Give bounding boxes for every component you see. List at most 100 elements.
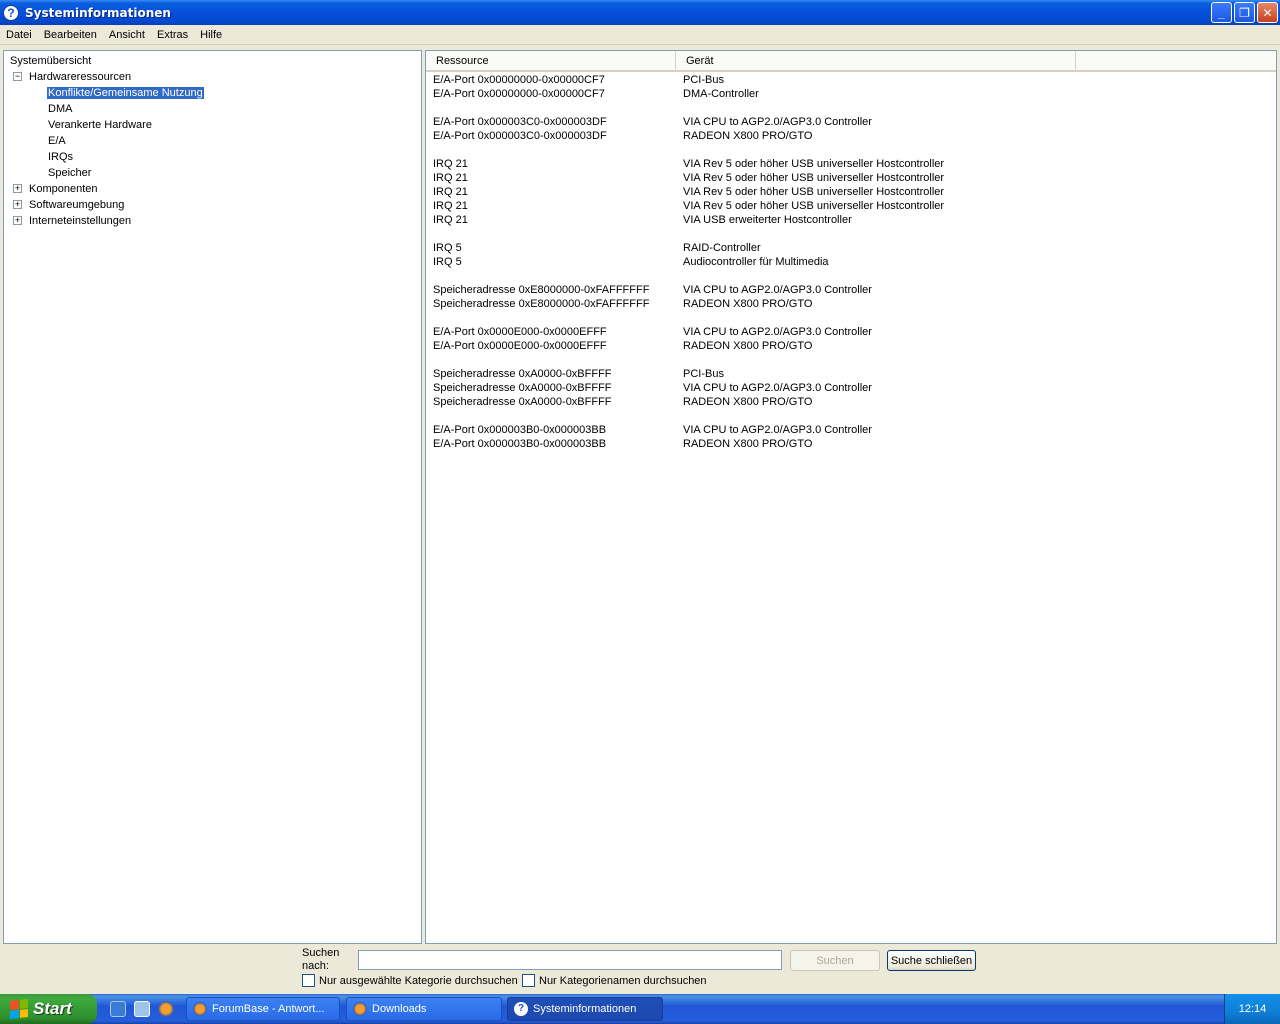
cell-geraet: VIA Rev 5 oder höher USB universeller Ho… — [683, 186, 945, 198]
table-row[interactable]: E/A-Port 0x000003B0-0x000003BB VIA CPU to… — [426, 423, 1276, 437]
title-bar[interactable]: ? Systeminformationen _ ❐ ✕ — [0, 0, 1280, 25]
search-button[interactable]: Suchen — [790, 950, 880, 971]
cell-ressource: E/A-Port 0x000003B0-0x000003BB — [433, 438, 607, 450]
table-row[interactable]: IRQ 5 Audiocontroller für Multimedia — [426, 255, 1276, 269]
cell-geraet: VIA USB erweiterter Hostcontroller — [683, 214, 852, 226]
option-selected-category[interactable]: Nur ausgewählte Kategorie durchsuchen — [302, 974, 518, 987]
system-tray: 12:14 — [1224, 994, 1280, 1024]
cell-geraet: RADEON X800 PRO/GTO — [683, 298, 813, 310]
help-app-icon: ? — [3, 4, 19, 21]
expand-icon[interactable]: + — [13, 216, 22, 225]
minimize-button[interactable]: _ — [1211, 2, 1232, 23]
tree-item-komponenten[interactable]: Komponenten — [29, 182, 98, 196]
menu-hilfe[interactable]: Hilfe — [194, 26, 228, 44]
start-button[interactable]: Start — [0, 994, 97, 1024]
cell-geraet: VIA CPU to AGP2.0/AGP3.0 Controller — [683, 326, 872, 338]
table-row[interactable]: Speicheradresse 0xE8000000-0xFAFFFFFF RAD… — [426, 297, 1276, 311]
option-category-names[interactable]: Nur Kategorienamen durchsuchen — [522, 974, 707, 987]
tree-item-speicher[interactable]: Speicher — [48, 166, 91, 180]
table-row[interactable]: E/A-Port 0x0000E000-0x0000EFFF VIA CPU to… — [426, 325, 1276, 339]
search-input[interactable] — [358, 950, 782, 970]
tree-item-irqs[interactable]: IRQs — [48, 150, 73, 164]
table-row[interactable]: Speicheradresse 0xA0000-0xBFFFF PCI-Bus — [426, 367, 1276, 381]
cell-geraet: DMA-Controller — [683, 88, 759, 100]
cell-geraet: RADEON X800 PRO/GTO — [683, 396, 813, 408]
table-row[interactable]: E/A-Port 0x00000000-0x00000CF7 PCI-Bus — [426, 73, 1276, 87]
table-row[interactable]: E/A-Port 0x000003C0-0x000003DF RADEON X80… — [426, 129, 1276, 143]
checkbox[interactable] — [522, 974, 535, 987]
tree-item-ea[interactable]: E/A — [48, 134, 66, 148]
menu-ansicht[interactable]: Ansicht — [103, 26, 151, 44]
table-row[interactable]: E/A-Port 0x00000000-0x00000CF7 DMA-Contro… — [426, 87, 1276, 101]
taskbar-item-systeminformationen[interactable]: ? Systeminformationen — [507, 997, 663, 1021]
internet-explorer-icon[interactable] — [110, 1001, 126, 1017]
table-row[interactable]: Speicheradresse 0xE8000000-0xFAFFFFFF VIA… — [426, 283, 1276, 297]
search-label: Suchen nach: — [302, 947, 340, 972]
clock[interactable]: 12:14 — [1239, 1003, 1267, 1015]
cell-geraet: RADEON X800 PRO/GTO — [683, 438, 813, 450]
cell-ressource: Speicheradresse 0xA0000-0xBFFFF — [433, 368, 612, 380]
taskbar: Start ForumBase - Antwort... Downloads ?… — [0, 994, 1280, 1024]
tree-item-verankerte-hardware[interactable]: Verankerte Hardware — [48, 118, 152, 132]
cell-ressource: E/A-Port 0x000003C0-0x000003DF — [433, 130, 607, 142]
cell-geraet: VIA Rev 5 oder höher USB universeller Ho… — [683, 172, 945, 184]
cell-geraet: VIA CPU to AGP2.0/AGP3.0 Controller — [683, 382, 872, 394]
cell-ressource: Speicheradresse 0xE8000000-0xFAFFFFFF — [433, 298, 650, 310]
table-row[interactable]: E/A-Port 0x000003C0-0x000003DF VIA CPU to… — [426, 115, 1276, 129]
cell-geraet: PCI-Bus — [683, 74, 724, 86]
column-header-geraet[interactable]: Gerät — [676, 51, 1076, 70]
cell-ressource: E/A-Port 0x000003C0-0x000003DF — [433, 116, 607, 128]
tree-item-interneteinstellungen[interactable]: Interneteinstellungen — [29, 214, 131, 228]
cell-geraet: RADEON X800 PRO/GTO — [683, 130, 813, 142]
table-row[interactable]: IRQ 21 VIA Rev 5 oder höher USB universel… — [426, 199, 1276, 213]
table-row[interactable]: IRQ 21 VIA Rev 5 oder höher USB universel… — [426, 157, 1276, 171]
list-header: Ressource Gerät — [426, 51, 1276, 72]
expand-icon[interactable]: + — [13, 200, 22, 209]
tree-item-konflikte[interactable]: Konflikte/Gemeinsame Nutzung — [46, 86, 205, 100]
menu-bar: Datei Bearbeiten Ansicht Extras Hilfe — [0, 25, 1280, 45]
tree-item-systemuebersicht[interactable]: Systemübersicht — [10, 54, 91, 68]
menu-bearbeiten[interactable]: Bearbeiten — [38, 26, 103, 44]
table-row[interactable]: Speicheradresse 0xA0000-0xBFFFF RADEON X8… — [426, 395, 1276, 409]
resource-list[interactable]: Ressource Gerät E/A-Port 0x00000000-0x00… — [425, 50, 1277, 944]
menu-extras[interactable]: Extras — [151, 26, 194, 44]
tree-item-hardwareressourcen[interactable]: Hardwareressourcen — [29, 70, 131, 84]
checkbox[interactable] — [302, 974, 315, 987]
table-row[interactable]: IRQ 5 RAID-Controller — [426, 241, 1276, 255]
cell-ressource: E/A-Port 0x00000000-0x00000CF7 — [433, 88, 605, 100]
cell-ressource: Speicheradresse 0xE8000000-0xFAFFFFFF — [433, 284, 650, 296]
cell-geraet: VIA Rev 5 oder höher USB universeller Ho… — [683, 158, 945, 170]
windows-logo-icon — [10, 999, 28, 1019]
cell-geraet: RAID-Controller — [683, 242, 761, 254]
category-tree[interactable]: Systemübersicht − Hardwareressourcen Kon… — [3, 50, 422, 944]
table-row[interactable]: IRQ 21 VIA USB erweiterter Hostcontroller — [426, 213, 1276, 227]
collapse-icon[interactable]: − — [13, 72, 22, 81]
tree-item-dma[interactable]: DMA — [48, 102, 72, 116]
table-row[interactable]: E/A-Port 0x000003B0-0x000003BB RADEON X80… — [426, 437, 1276, 451]
cell-ressource: IRQ 21 — [433, 186, 468, 198]
taskbar-item-downloads[interactable]: Downloads — [346, 997, 502, 1021]
table-row[interactable]: E/A-Port 0x0000E000-0x0000EFFF RADEON X80… — [426, 339, 1276, 353]
expand-icon[interactable]: + — [13, 184, 22, 193]
maximize-button[interactable]: ❐ — [1234, 2, 1255, 23]
close-button[interactable]: ✕ — [1257, 2, 1278, 23]
cell-ressource: E/A-Port 0x0000E000-0x0000EFFF — [433, 340, 607, 352]
show-desktop-icon[interactable] — [134, 1001, 150, 1017]
tree-item-softwareumgebung[interactable]: Softwareumgebung — [29, 198, 124, 212]
menu-datei[interactable]: Datei — [0, 26, 38, 44]
cell-ressource: E/A-Port 0x0000E000-0x0000EFFF — [433, 326, 607, 338]
cell-ressource: IRQ 21 — [433, 158, 468, 170]
column-header-ressource[interactable]: Ressource — [426, 51, 676, 70]
window-title: Systeminformationen — [25, 5, 171, 20]
help-icon: ? — [514, 1002, 528, 1016]
cell-ressource: E/A-Port 0x000003B0-0x000003BB — [433, 424, 607, 436]
table-row[interactable]: Speicheradresse 0xA0000-0xBFFFF VIA CPU t… — [426, 381, 1276, 395]
close-search-button[interactable]: Suche schließen — [887, 950, 976, 971]
cell-geraet: PCI-Bus — [683, 368, 724, 380]
table-row[interactable]: IRQ 21 VIA Rev 5 oder höher USB universel… — [426, 185, 1276, 199]
taskbar-item-forumbase[interactable]: ForumBase - Antwort... — [186, 997, 340, 1021]
table-row[interactable]: IRQ 21 VIA Rev 5 oder höher USB universel… — [426, 171, 1276, 185]
cell-geraet: VIA CPU to AGP2.0/AGP3.0 Controller — [683, 284, 872, 296]
firefox-icon[interactable] — [158, 1001, 174, 1017]
firefox-icon — [193, 1002, 207, 1016]
